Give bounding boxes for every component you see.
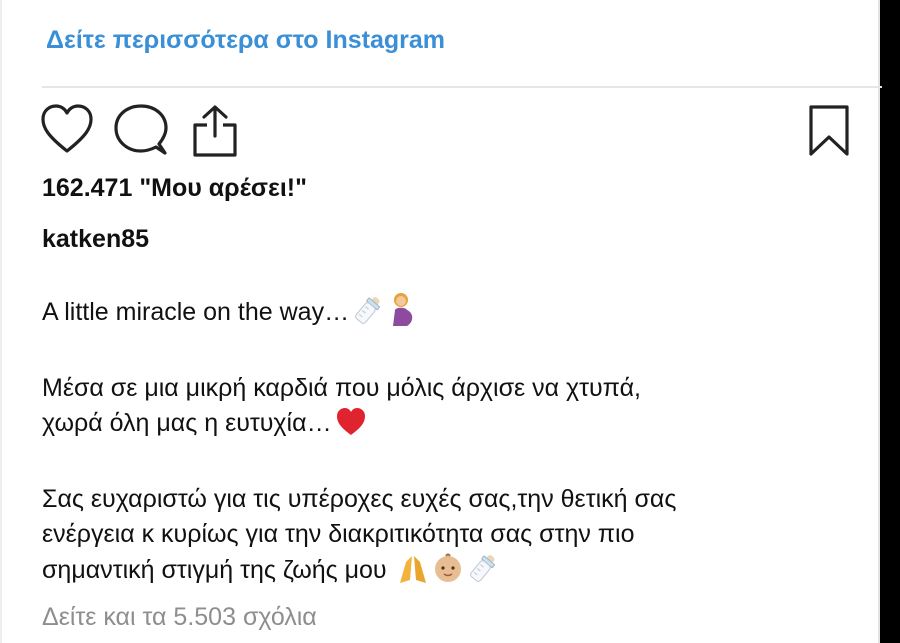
caption-line: Σας ευχαριστώ για τις υπέροχες ευχές σας… (42, 482, 842, 517)
caption-line: A little miracle on the way… (42, 292, 842, 336)
comment-bubble-icon[interactable] (114, 104, 168, 161)
heart-icon[interactable] (40, 104, 94, 161)
baby-face-icon (432, 552, 464, 594)
caption-text: ενέργεια κ κυρίως για την διακριτικότητα… (42, 520, 635, 548)
folded-hands-icon (397, 554, 429, 594)
likes-count[interactable]: 162.471 "Μου αρέσει!" (42, 174, 307, 203)
share-upload-icon[interactable] (190, 104, 240, 163)
right-border (880, 0, 900, 643)
post-action-bar (40, 104, 860, 160)
caption-line: σημαντική στιγμή της ζωής μου (42, 552, 842, 594)
caption-line: ενέργεια κ κυρίως για την διακριτικότητα… (42, 517, 842, 552)
post-username[interactable]: katken85 (42, 225, 149, 254)
caption-text: Σας ευχαριστώ για τις υπέροχες ευχές σας… (42, 485, 677, 513)
caption-text: χωρά όλη μας η ευτυχία… (42, 409, 332, 437)
caption-text: σημαντική στιγμή της ζωής μου (42, 556, 387, 584)
view-more-on-instagram-link[interactable]: Δείτε περισσότερα στο Instagram (46, 26, 445, 55)
baby-bottle-icon (467, 552, 499, 594)
red-heart-icon (335, 407, 367, 447)
baby-bottle-icon (352, 294, 384, 336)
left-edge-line (0, 0, 2, 643)
caption-line: Μέσα σε μια μικρή καρδιά που μόλις άρχισ… (42, 371, 842, 406)
caption-text: A little miracle on the way… (42, 298, 350, 326)
caption-text: Μέσα σε μια μικρή καρδιά που μόλις άρχισ… (42, 374, 641, 402)
bookmark-icon[interactable] (806, 104, 852, 163)
caption-line: χωρά όλη μας η ευτυχία… (42, 406, 842, 447)
view-all-comments-link[interactable]: Δείτε και τα 5.503 σχόλια (42, 603, 317, 632)
post-caption: A little miracle on the way… Μέσα σε μια… (42, 292, 842, 594)
divider (42, 86, 882, 88)
pregnant-woman-icon (387, 292, 417, 336)
